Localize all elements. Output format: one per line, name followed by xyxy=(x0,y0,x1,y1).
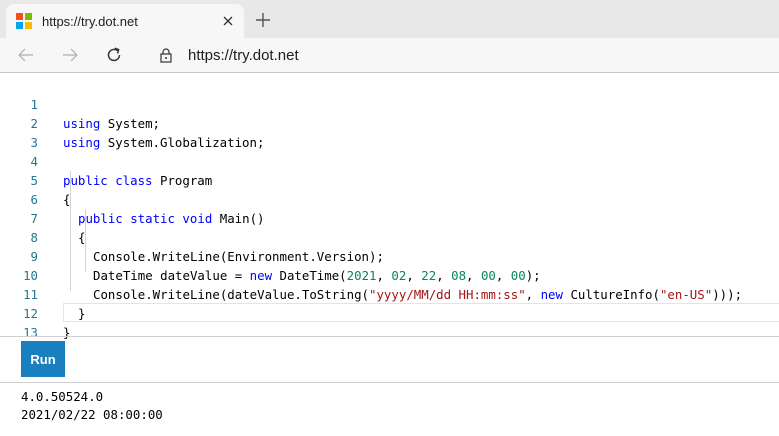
code-text: } xyxy=(63,325,71,340)
code-line: 5 { xyxy=(0,152,779,207)
code-line: 10 Console.WriteLine(dateValue.ToString(… xyxy=(0,247,779,302)
output-panel: 4.0.50524.0 2021/02/22 08:00:00 xyxy=(21,388,163,424)
close-icon[interactable] xyxy=(218,11,238,31)
windows-logo-icon xyxy=(16,13,32,29)
code-line: 2 using System.Globalization; xyxy=(0,95,779,150)
browser-window: https://try.dot.net https://try.dot.net xyxy=(0,0,779,436)
code-line: 4 public class Program xyxy=(0,133,779,188)
code-line: 3 xyxy=(0,114,779,150)
tab-title: https://try.dot.net xyxy=(42,13,138,29)
code-editor[interactable]: 1 using System; 2 using System.Globaliza… xyxy=(0,73,779,340)
code-line: 13 xyxy=(0,304,779,340)
browser-toolbar: https://try.dot.net xyxy=(0,38,779,73)
code-line: 12 } xyxy=(0,285,779,340)
browser-tab[interactable]: https://try.dot.net xyxy=(6,4,244,38)
divider xyxy=(0,382,779,383)
address-bar[interactable]: https://try.dot.net xyxy=(152,43,779,67)
plus-icon[interactable] xyxy=(252,9,274,31)
code-line: 11 } xyxy=(0,266,779,321)
code-line: 8 Console.WriteLine(Environment.Version)… xyxy=(0,209,779,264)
output-line: 4.0.50524.0 xyxy=(21,389,104,404)
line-number: 13 xyxy=(23,325,38,340)
lock-icon xyxy=(160,48,172,63)
output-line: 2021/02/22 08:00:00 xyxy=(21,407,163,422)
run-button[interactable]: Run xyxy=(21,341,65,377)
tab-strip: https://try.dot.net xyxy=(0,0,779,38)
code-line: 9 DateTime dateValue = new DateTime(2021… xyxy=(0,228,779,283)
reload-icon[interactable] xyxy=(101,42,127,68)
code-line: 1 using System; xyxy=(0,76,779,131)
arrow-left-icon[interactable] xyxy=(13,42,39,68)
code-line: 6 public static void Main() xyxy=(0,171,779,226)
code-line: 7 { xyxy=(0,190,779,245)
divider xyxy=(0,336,779,337)
arrow-right-icon[interactable] xyxy=(57,42,83,68)
address-text: https://try.dot.net xyxy=(188,46,299,64)
